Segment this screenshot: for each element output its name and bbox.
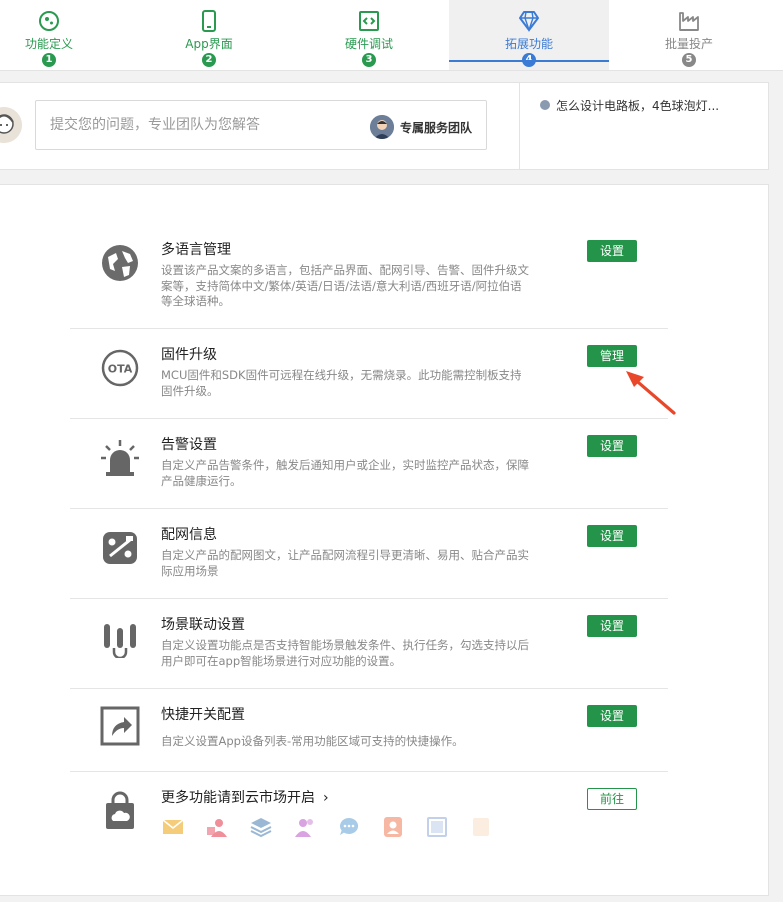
step-app-ui[interactable]: App界面 2 <box>129 0 289 70</box>
step-label: 拓展功能 <box>504 37 553 51</box>
feature-more: 更多功能请到云市场开启 › 前往 <box>70 771 668 871</box>
mail-icon <box>162 819 184 834</box>
help-bar: 专属服务团队 怎么设计电路板，4色球泡灯... <box>0 82 769 170</box>
help-divider <box>519 83 520 169</box>
feature-network-config: 配网信息 自定义产品的配网图文，让产品配网流程引导更清晰、易用、贴合产品实际应用… <box>70 508 668 599</box>
feature-shortcut-switch: 快捷开关配置 自定义设置App设备列表-常用功能区域可支持的快捷操作。 设置 <box>70 688 668 772</box>
feature-title: 多语言管理 <box>161 242 231 258</box>
feature-title: 固件升级 <box>161 347 217 363</box>
question-input[interactable] <box>50 115 350 135</box>
step-functions[interactable]: 功能定义 1 <box>0 0 129 70</box>
step-number: 2 <box>202 53 216 67</box>
chevron-right-icon: › <box>323 790 329 806</box>
feature-desc: 自定义设置App设备列表-常用功能区域可支持的快捷操作。 <box>161 734 464 748</box>
go-market-button[interactable]: 前往 <box>587 788 637 810</box>
firmware-manage-button[interactable]: 管理 <box>587 345 637 367</box>
step-number: 1 <box>42 53 56 67</box>
diamond-icon <box>519 11 539 33</box>
scene-settings-button[interactable]: 设置 <box>587 615 637 637</box>
support-face-icon <box>0 107 22 143</box>
svg-text:OTA: OTA <box>108 363 133 376</box>
chip-debug-icon <box>359 11 379 31</box>
step-label: 功能定义 <box>24 37 73 51</box>
step-bar: 功能定义 1 App界面 2 硬件调试 3 拓展功能 4 批量投产 5 <box>0 0 783 71</box>
faq-bullet-icon <box>540 100 550 110</box>
feature-desc: 自定义产品告警条件，触发后通知用户或企业，实时监控产品状态，保障产品健康运行。 <box>161 458 529 488</box>
card-icon <box>473 818 489 836</box>
faq-link[interactable]: 怎么设计电路板，4色球泡灯... <box>540 97 719 113</box>
shortcut-settings-button[interactable]: 设置 <box>587 705 637 727</box>
globe-icon <box>102 245 138 281</box>
step-extensions[interactable]: 拓展功能 4 <box>449 0 609 70</box>
layers-icon <box>250 818 272 838</box>
bag-cloud-icon <box>106 791 134 829</box>
step-label: 批量投产 <box>664 37 713 51</box>
question-box: 专属服务团队 <box>35 100 487 150</box>
phone-icon <box>202 10 216 32</box>
network-settings-button[interactable]: 设置 <box>587 525 637 547</box>
feature-title: 告警设置 <box>161 437 217 453</box>
step-mass-production[interactable]: 批量投产 5 <box>609 0 769 70</box>
support-avatar <box>0 107 22 143</box>
service-team-label: 专属服务团队 <box>399 120 472 135</box>
window-icon <box>427 817 447 837</box>
scene-link-icon <box>104 624 136 658</box>
step-number: 5 <box>682 53 696 67</box>
feature-firmware-upgrade: OTA 固件升级 MCU固件和SDK固件可远程在线升级，无需烧录。此功能需控制板… <box>70 328 668 419</box>
service-team-avatar <box>369 115 394 139</box>
feature-alarm-settings: 告警设置 自定义产品告警条件，触发后通知用户或企业，实时监控产品状态，保障产品健… <box>70 418 668 509</box>
annotation-arrow-icon <box>626 371 676 415</box>
user-group-icon <box>295 819 313 837</box>
step-label: 硬件调试 <box>344 37 393 51</box>
alarm-light-icon <box>101 440 139 476</box>
ota-icon: OTA <box>101 349 139 387</box>
feature-desc: 自定义产品的配网图文，让产品配网流程引导更清晰、易用、贴合产品实际应用场景 <box>161 548 529 578</box>
puzzle-icon <box>39 11 59 31</box>
shortcut-icon <box>100 706 140 746</box>
alarm-settings-button[interactable]: 设置 <box>587 435 637 457</box>
feature-desc: 自定义设置功能点是否支持智能场景触发条件、执行任务，勾选支持以后用户即可在app… <box>161 638 529 668</box>
feature-title: 配网信息 <box>161 527 217 543</box>
feature-title: 快捷开关配置 <box>161 707 245 723</box>
feature-scene-linkage: 场景联动设置 自定义设置功能点是否支持智能场景触发条件、执行任务，勾选支持以后用… <box>70 598 668 689</box>
step-number: 3 <box>362 53 376 67</box>
step-hardware-debug[interactable]: 硬件调试 3 <box>289 0 449 70</box>
market-icons <box>161 815 501 841</box>
feature-title: 场景联动设置 <box>161 617 245 633</box>
feature-multilanguage: 多语言管理 设置该产品文案的多语言，包括产品界面、配网引导、告警、固件升级文案等… <box>70 237 668 329</box>
step-label: App界面 <box>185 37 233 51</box>
contact-icon <box>384 817 402 837</box>
user-card-icon <box>207 819 227 837</box>
multilanguage-settings-button[interactable]: 设置 <box>587 240 637 262</box>
chat-icon <box>340 817 359 835</box>
feature-desc: MCU固件和SDK固件可远程在线升级，无需烧录。此功能需控制板支持固件升级。 <box>161 368 522 398</box>
feature-panel: 多语言管理 设置该产品文案的多语言，包括产品界面、配网引导、告警、固件升级文案等… <box>0 184 769 896</box>
factory-icon <box>679 12 699 31</box>
network-config-icon <box>103 532 137 564</box>
faq-text: 怎么设计电路板，4色球泡灯... <box>556 98 720 113</box>
more-title: 更多功能请到云市场开启 <box>161 790 315 806</box>
service-team-button[interactable]: 专属服务团队 <box>369 115 472 139</box>
more-link[interactable]: 更多功能请到云市场开启 › <box>161 789 329 807</box>
feature-desc: 设置该产品文案的多语言，包括产品界面、配网引导、告警、固件升级文案等，支持简体中… <box>161 263 529 308</box>
step-number: 4 <box>522 53 536 67</box>
